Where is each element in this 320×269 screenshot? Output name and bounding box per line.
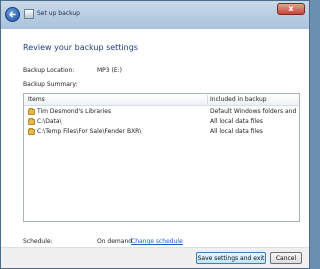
close-icon: x bbox=[288, 4, 294, 13]
save-settings-button[interactable]: Save settings and exit bbox=[196, 252, 266, 264]
backup-summary-list[interactable]: Items Included in backup Tim Desmond's L… bbox=[23, 93, 300, 222]
list-item[interactable]: C:\Temp Files\For Sale\Fender BXR\ All l… bbox=[26, 128, 297, 137]
list-item[interactable]: Tim Desmond's Libraries Default Windows … bbox=[26, 108, 298, 117]
item-included: All local data files bbox=[210, 128, 263, 135]
backup-location-label: Backup Location: bbox=[23, 67, 75, 74]
column-header-items[interactable]: Items bbox=[28, 96, 45, 103]
item-included: All local data files bbox=[210, 118, 263, 125]
close-button[interactable]: x bbox=[277, 3, 305, 15]
item-name: C:\Data\ bbox=[37, 118, 62, 125]
folder-icon bbox=[28, 108, 35, 115]
cancel-button[interactable]: Cancel bbox=[270, 252, 302, 264]
list-item[interactable]: C:\Data\ All local data files bbox=[26, 118, 297, 127]
item-included: Default Windows folders and lo... bbox=[210, 108, 298, 115]
column-divider[interactable] bbox=[207, 95, 208, 104]
item-name: Tim Desmond's Libraries bbox=[37, 108, 112, 115]
item-name: C:\Temp Files\For Sale\Fender BXR\ bbox=[37, 128, 142, 135]
column-header-included[interactable]: Included in backup bbox=[210, 96, 267, 103]
back-button[interactable] bbox=[5, 7, 20, 22]
schedule-label: Schedule: bbox=[23, 238, 53, 245]
backup-location-value: MP3 (E:) bbox=[97, 67, 123, 74]
folder-icon bbox=[28, 118, 35, 125]
back-arrow-icon bbox=[9, 11, 16, 18]
backup-wizard-window: Set up backup x Review your backup setti… bbox=[0, 0, 310, 269]
title-bar: Set up backup x bbox=[1, 1, 309, 29]
change-schedule-link[interactable]: Change schedule bbox=[131, 238, 183, 245]
page-title: Review your backup settings bbox=[23, 43, 138, 52]
folder-icon bbox=[28, 128, 35, 135]
list-header: Items Included in backup bbox=[24, 94, 299, 106]
schedule-value: On demand bbox=[97, 238, 133, 245]
backup-summary-label: Backup Summary: bbox=[23, 81, 78, 88]
backup-icon bbox=[24, 9, 34, 19]
window-title: Set up backup bbox=[37, 10, 80, 17]
button-bar: Save settings and exit Cancel bbox=[1, 247, 309, 268]
